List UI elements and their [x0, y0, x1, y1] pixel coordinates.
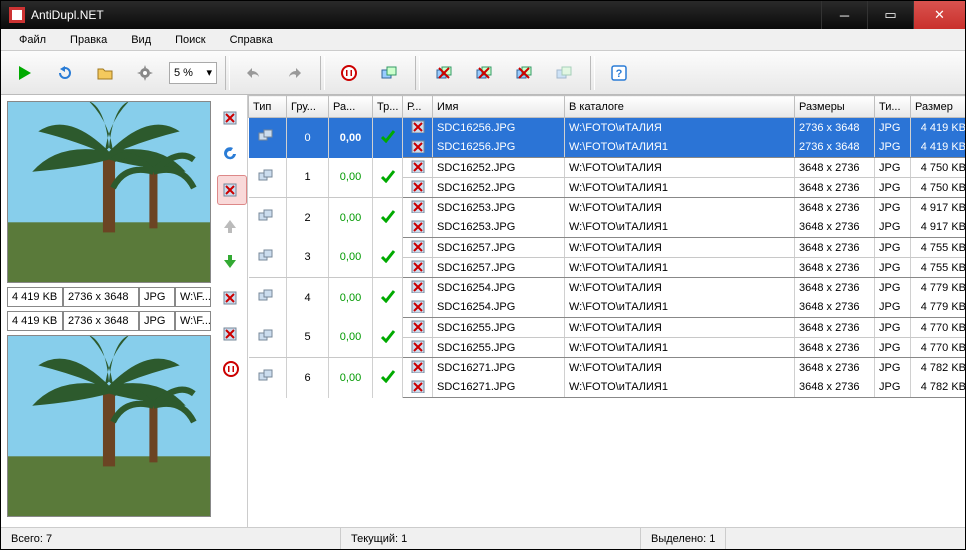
play-icon	[17, 65, 35, 81]
table-row[interactable]: 60,00SDC16271.JPGW:\FOTO\иТАЛИЯ3648 x 27…	[249, 358, 966, 378]
results-table[interactable]: Тип Гру... Ра... Тр... Р... Имя В катало…	[248, 95, 965, 398]
table-row[interactable]: 20,00SDC16253.JPGW:\FOTO\иТАЛИЯ3648 x 27…	[249, 198, 966, 218]
open-folder-button[interactable]	[89, 56, 123, 90]
maximize-button[interactable]: ▭	[867, 1, 913, 29]
settings-button[interactable]	[129, 56, 163, 90]
table-header-row[interactable]: Тип Гру... Ра... Тр... Р... Имя В катало…	[249, 96, 966, 118]
threshold-input[interactable]: 5 %▾	[169, 62, 217, 84]
delete-both-button[interactable]	[217, 283, 247, 313]
gear-icon	[137, 65, 155, 81]
table-row[interactable]: 00,00SDC16256.JPGW:\FOTO\иТАЛИЯ2736 x 36…	[249, 118, 966, 138]
col-tr[interactable]: Тр...	[373, 96, 403, 118]
preview-top[interactable]	[7, 101, 211, 283]
preview-top-info: 4 419 KB 2736 x 3648 JPG W:\F...	[7, 287, 211, 307]
redo-icon	[286, 65, 304, 81]
app-icon	[9, 7, 25, 23]
picture-x-rotate-icon	[222, 326, 242, 342]
refresh-icon	[57, 65, 75, 81]
table-row[interactable]: 10,00SDC16252.JPGW:\FOTO\иТАЛИЯ3648 x 27…	[249, 158, 966, 178]
disabled-tool	[548, 56, 582, 90]
titlebar[interactable]: AntiDupl.NET ─ ▭ ✕	[1, 1, 965, 29]
pictures-x-icon	[516, 65, 534, 81]
pictures-x-icon	[436, 65, 454, 81]
table-row[interactable]: 50,00SDC16255.JPGW:\FOTO\иТАЛИЯ3648 x 27…	[249, 318, 966, 338]
statusbar: Всего: 7 Текущий: 1 Выделено: 1	[1, 527, 965, 549]
delete-first-button[interactable]	[217, 103, 247, 133]
status-current: Текущий: 1	[341, 528, 641, 549]
menubar: Файл Правка Вид Поиск Справка	[1, 29, 965, 51]
col-name[interactable]: Имя	[433, 96, 565, 118]
mark-right-button[interactable]	[508, 56, 542, 90]
menu-file[interactable]: Файл	[13, 32, 52, 48]
compare-button[interactable]	[373, 56, 407, 90]
stop-side-button[interactable]	[217, 355, 247, 385]
close-button[interactable]: ✕	[913, 1, 965, 29]
minimize-button[interactable]: ─	[821, 1, 867, 29]
stop-icon	[223, 361, 241, 379]
status-total: Всего: 7	[1, 528, 341, 549]
col-typ[interactable]: Ти...	[875, 96, 911, 118]
info-size: 4 419 KB	[7, 287, 63, 307]
window-title: AntiDupl.NET	[31, 8, 821, 22]
col-r[interactable]: Р...	[403, 96, 433, 118]
delete-second-button[interactable]	[217, 175, 247, 205]
preview-pane: 4 419 KB 2736 x 3648 JPG W:\F... 4 419 K…	[1, 95, 217, 527]
menu-help[interactable]: Справка	[224, 32, 279, 48]
undo-icon	[246, 65, 264, 81]
folder-open-icon	[97, 65, 115, 81]
table-row[interactable]: 40,00SDC16254.JPGW:\FOTO\иТАЛИЯ3648 x 27…	[249, 278, 966, 298]
picture-x-icon	[222, 110, 242, 126]
arrow-up-icon	[222, 218, 242, 234]
picture-x-icon	[222, 182, 242, 198]
info-type: JPG	[139, 311, 175, 331]
col-diff[interactable]: Ра...	[329, 96, 373, 118]
undo-button[interactable]	[238, 56, 272, 90]
menu-edit[interactable]: Правка	[64, 32, 113, 48]
pictures-x-icon	[476, 65, 494, 81]
stop-button[interactable]	[333, 56, 367, 90]
table-row[interactable]: 30,00SDC16257.JPGW:\FOTO\иТАЛИЯ3648 x 27…	[249, 238, 966, 258]
start-search-button[interactable]	[9, 56, 43, 90]
mark-both-button[interactable]	[428, 56, 462, 90]
next-pair-button[interactable]	[217, 247, 247, 277]
stop-icon	[341, 65, 359, 81]
pictures-icon	[556, 65, 574, 81]
status-selected: Выделено: 1	[641, 528, 726, 549]
refresh-button[interactable]	[49, 56, 83, 90]
rotate-first-button[interactable]	[217, 139, 247, 169]
col-type[interactable]: Тип	[249, 96, 287, 118]
col-dims[interactable]: Размеры	[795, 96, 875, 118]
main-toolbar: 5 %▾	[1, 51, 965, 95]
preview-bottom-info: 4 419 KB 2736 x 3648 JPG W:\F...	[7, 311, 211, 331]
col-group[interactable]: Гру...	[287, 96, 329, 118]
redo-button[interactable]	[278, 56, 312, 90]
rotate-icon	[222, 146, 242, 162]
info-dims: 2736 x 3648	[63, 287, 139, 307]
menu-view[interactable]: Вид	[125, 32, 157, 48]
info-catalog: W:\F...	[175, 287, 211, 307]
col-size[interactable]: Размер	[911, 96, 966, 118]
preview-bottom[interactable]	[7, 335, 211, 517]
menu-search[interactable]: Поиск	[169, 32, 211, 48]
pictures-icon	[381, 65, 399, 81]
info-catalog: W:\F...	[175, 311, 211, 331]
info-dims: 2736 x 3648	[63, 311, 139, 331]
help-icon	[611, 65, 629, 81]
col-catalog[interactable]: В каталоге	[565, 96, 795, 118]
picture-x-icon	[222, 290, 242, 306]
side-toolbar	[217, 95, 247, 527]
info-size: 4 419 KB	[7, 311, 63, 331]
rotate-second-button[interactable]	[217, 319, 247, 349]
info-type: JPG	[139, 287, 175, 307]
mark-left-button[interactable]	[468, 56, 502, 90]
help-button[interactable]	[603, 56, 637, 90]
arrow-down-icon	[222, 254, 242, 270]
prev-pair-button[interactable]	[217, 211, 247, 241]
